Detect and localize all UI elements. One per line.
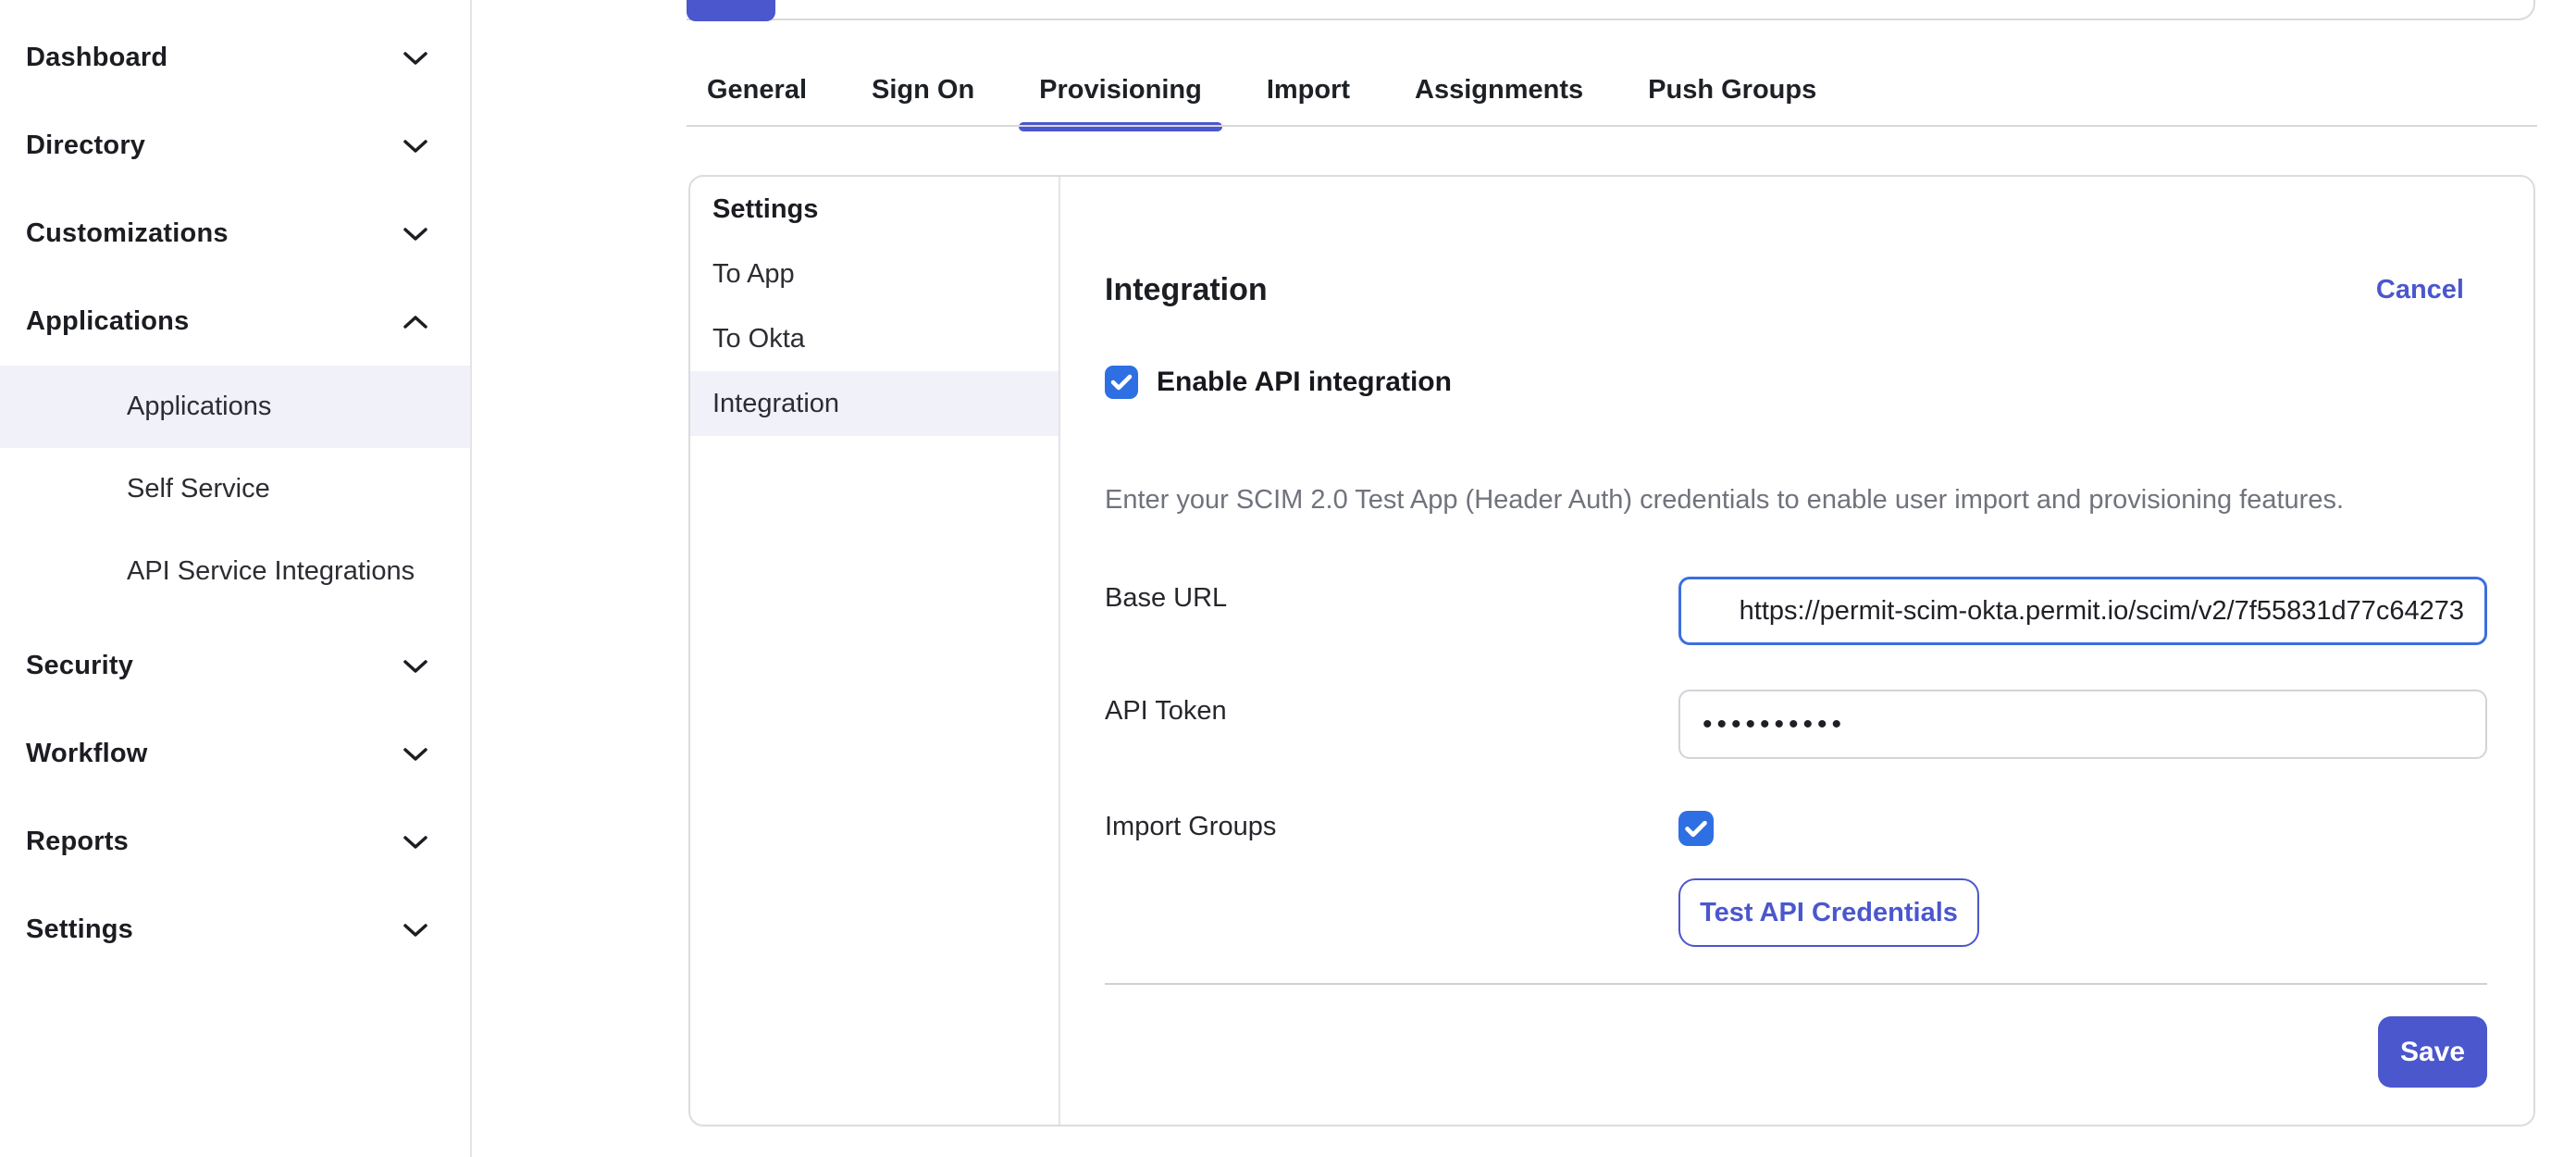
tab-push-groups[interactable]: Push Groups: [1628, 54, 1837, 126]
tab-import[interactable]: Import: [1246, 54, 1370, 126]
sidebar-applications-submenu: Applications Self Service API Service In…: [0, 366, 470, 613]
chevron-down-icon: [402, 227, 428, 242]
sidebar-subitem-label: API Service Integrations: [127, 556, 415, 587]
checkmark-icon: [1684, 819, 1708, 839]
enable-api-integration-label: Enable API integration: [1157, 367, 1452, 398]
cancel-link[interactable]: Cancel: [2376, 275, 2464, 305]
chevron-down-icon: [402, 747, 428, 762]
chevron-down-icon: [402, 835, 428, 850]
sidebar-subitem-applications[interactable]: Applications: [0, 366, 470, 448]
api-token-row: API Token: [1105, 690, 2487, 759]
api-token-label: API Token: [1105, 677, 1678, 746]
integration-form: Integration Cancel Enable API integratio…: [1060, 177, 2533, 1125]
enable-api-integration-row: Enable API integration: [1105, 366, 2487, 399]
sidebar-item-label: Customizations: [26, 218, 229, 249]
import-groups-checkbox[interactable]: [1678, 811, 1714, 846]
settings-nav-integration[interactable]: Integration: [690, 371, 1059, 436]
chevron-down-icon: [402, 51, 428, 66]
sidebar-item-label: Workflow: [26, 739, 148, 769]
sidebar-item-label: Reports: [26, 827, 129, 857]
tab-assignments[interactable]: Assignments: [1394, 54, 1604, 126]
sidebar-item-security[interactable]: Security: [0, 622, 470, 710]
base-url-row: Base URL: [1105, 577, 2487, 645]
sidebar-item-settings[interactable]: Settings: [0, 886, 470, 974]
tab-provisioning[interactable]: Provisioning: [1019, 54, 1222, 126]
base-url-input[interactable]: [1678, 577, 2487, 645]
sidebar-item-label: Applications: [26, 306, 189, 337]
sidebar-subitem-label: Self Service: [127, 474, 270, 504]
sidebar-item-applications[interactable]: Applications: [0, 278, 470, 366]
settings-nav-to-okta[interactable]: To Okta: [690, 306, 1059, 371]
sidebar-item-customizations[interactable]: Customizations: [0, 190, 470, 278]
credentials-description: Enter your SCIM 2.0 Test App (Header Aut…: [1105, 484, 2487, 516]
okta-admin-provisioning-screen: Dashboard Directory Customizations Appli…: [0, 0, 2576, 1157]
chevron-down-icon: [402, 139, 428, 154]
import-groups-row: Import Groups: [1105, 811, 2487, 846]
sidebar-item-dashboard[interactable]: Dashboard: [0, 14, 470, 102]
test-api-credentials-button[interactable]: Test API Credentials: [1678, 878, 1979, 947]
form-header: Integration Cancel: [1105, 267, 2487, 312]
save-button[interactable]: Save: [2378, 1016, 2487, 1088]
sidebar-subitem-api-service-integrations[interactable]: API Service Integrations: [0, 530, 470, 613]
settings-nav-to-app[interactable]: To App: [690, 242, 1059, 306]
settings-nav-header: Settings: [690, 177, 1059, 242]
provisioning-card: Settings To App To Okta Integration Inte…: [688, 175, 2535, 1126]
import-groups-label: Import Groups: [1105, 809, 1678, 844]
chevron-up-icon: [402, 315, 428, 330]
sidebar: Dashboard Directory Customizations Appli…: [0, 0, 472, 1157]
chevron-down-icon: [402, 659, 428, 674]
sidebar-item-directory[interactable]: Directory: [0, 102, 470, 190]
scrolled-header-bottom-edge: [687, 0, 2535, 20]
test-credentials-row: Test API Credentials: [1105, 878, 2487, 947]
sidebar-subitem-self-service[interactable]: Self Service: [0, 448, 470, 530]
enable-api-integration-checkbox[interactable]: [1105, 366, 1138, 399]
spacer: [1105, 865, 1678, 934]
sidebar-item-reports[interactable]: Reports: [0, 798, 470, 886]
sidebar-item-label: Dashboard: [26, 43, 167, 73]
base-url-label: Base URL: [1105, 564, 1678, 632]
sidebar-item-label: Directory: [26, 131, 145, 161]
tab-sign-on[interactable]: Sign On: [851, 54, 995, 126]
form-footer-divider: [1105, 983, 2487, 985]
save-row: Save: [1105, 1016, 2487, 1088]
sidebar-subitem-label: Applications: [127, 392, 271, 422]
checkmark-icon: [1110, 373, 1133, 392]
api-token-input[interactable]: [1678, 690, 2487, 759]
settings-side-nav: Settings To App To Okta Integration: [690, 177, 1060, 1125]
active-top-tab-fragment[interactable]: [687, 0, 775, 21]
sidebar-item-label: Settings: [26, 914, 133, 945]
tab-bar-divider: [687, 125, 2537, 127]
chevron-down-icon: [402, 923, 428, 938]
sidebar-item-label: Security: [26, 651, 133, 681]
app-tab-bar: General Sign On Provisioning Import Assi…: [687, 54, 1837, 126]
sidebar-item-workflow[interactable]: Workflow: [0, 710, 470, 798]
page-title: Integration: [1105, 272, 1268, 308]
tab-general[interactable]: General: [687, 54, 827, 126]
